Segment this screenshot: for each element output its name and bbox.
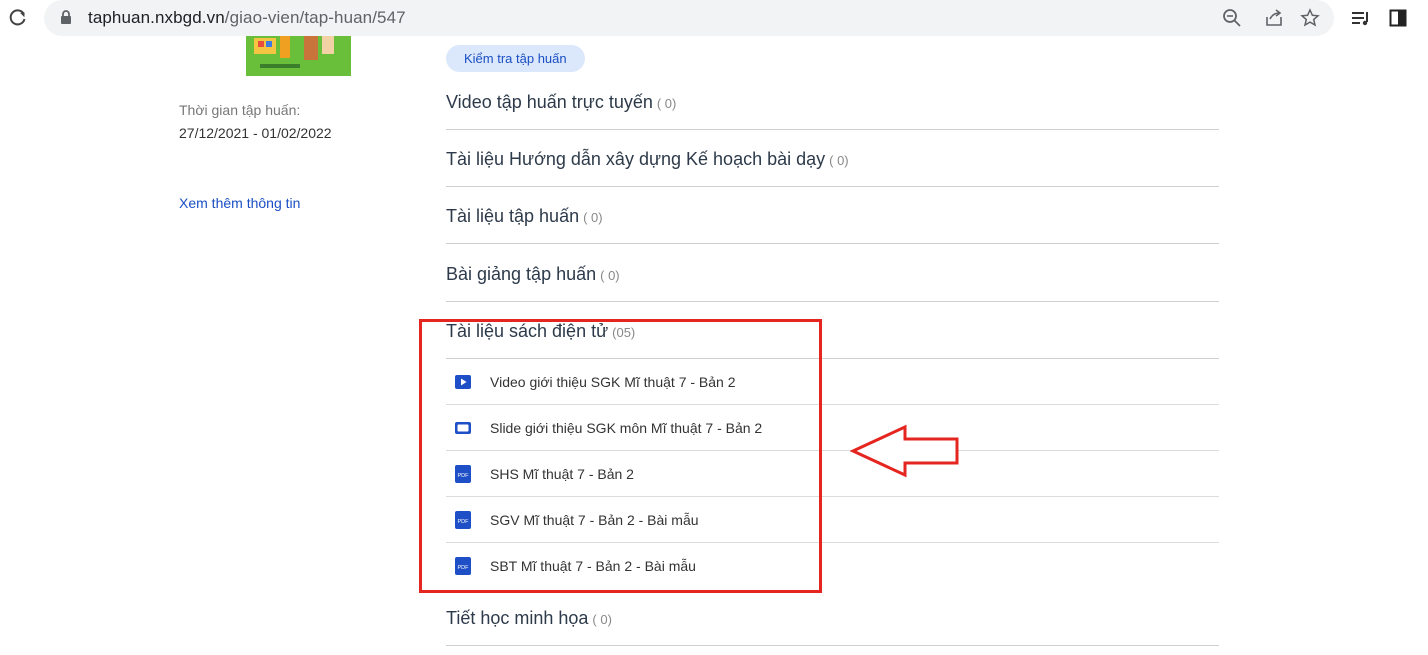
reload-icon[interactable] <box>6 6 30 30</box>
more-info-link[interactable]: Xem thêm thông tin <box>179 195 300 211</box>
section-training-documents[interactable]: Tài liệu tập huấn( 0) <box>446 188 1219 244</box>
reading-list-icon[interactable] <box>1349 6 1373 30</box>
browser-toolbar: taphuan.nxbgd.vn/giao-vien/tap-huan/547 <box>0 0 1428 36</box>
check-training-button[interactable]: Kiểm tra tập huấn <box>446 45 585 72</box>
section-count: ( 0) <box>656 96 677 111</box>
section-title-text: Tài liệu Hướng dẫn xây dựng Kế hoạch bài… <box>446 149 826 169</box>
lock-icon <box>60 10 72 30</box>
section-training-lectures[interactable]: Bài giảng tập huấn( 0) <box>446 246 1219 302</box>
course-thumbnail[interactable] <box>246 36 351 76</box>
section-title: Bài giảng tập huấn( 0) <box>446 264 620 285</box>
section-title-text: Tiết học minh họa <box>446 608 589 628</box>
section-count: ( 0) <box>583 210 603 225</box>
section-lesson-plan-guide[interactable]: Tài liệu Hướng dẫn xây dựng Kế hoạch bài… <box>446 131 1219 187</box>
section-title: Tài liệu Hướng dẫn xây dựng Kế hoạch bài… <box>446 149 849 170</box>
section-title: Video tập huấn trực tuyến( 0) <box>446 92 676 113</box>
section-title-text: Bài giảng tập huấn <box>446 264 597 284</box>
training-time-label: Thời gian tập huấn: <box>179 102 301 118</box>
url-host: taphuan.nxbgd.vn <box>88 8 225 27</box>
section-demo-lessons[interactable]: Tiết học minh họa( 0) <box>446 590 1219 646</box>
url-path: /giao-vien/tap-huan/547 <box>224 8 406 27</box>
left-arrow-annotation-icon <box>849 424 962 483</box>
url-text[interactable]: taphuan.nxbgd.vn/giao-vien/tap-huan/547 <box>88 8 406 28</box>
share-icon[interactable] <box>1262 6 1286 30</box>
bookmark-star-icon[interactable] <box>1298 6 1322 30</box>
section-count: ( 0) <box>829 153 849 168</box>
section-title-text: Tài liệu tập huấn <box>446 206 580 226</box>
side-panel-icon[interactable] <box>1386 6 1410 30</box>
training-time-value: 27/12/2021 - 01/02/2022 <box>179 125 332 141</box>
highlight-box <box>419 319 822 593</box>
section-count: ( 0) <box>592 612 612 627</box>
section-count: ( 0) <box>600 268 620 283</box>
section-title: Tiết học minh họa( 0) <box>446 608 612 629</box>
zoom-icon[interactable] <box>1220 6 1244 30</box>
section-title-text: Video tập huấn trực tuyến <box>446 92 653 112</box>
section-online-video[interactable]: Video tập huấn trực tuyến( 0) <box>446 74 1219 130</box>
address-bar[interactable]: taphuan.nxbgd.vn/giao-vien/tap-huan/547 <box>44 0 1334 36</box>
section-title: Tài liệu tập huấn( 0) <box>446 206 603 227</box>
